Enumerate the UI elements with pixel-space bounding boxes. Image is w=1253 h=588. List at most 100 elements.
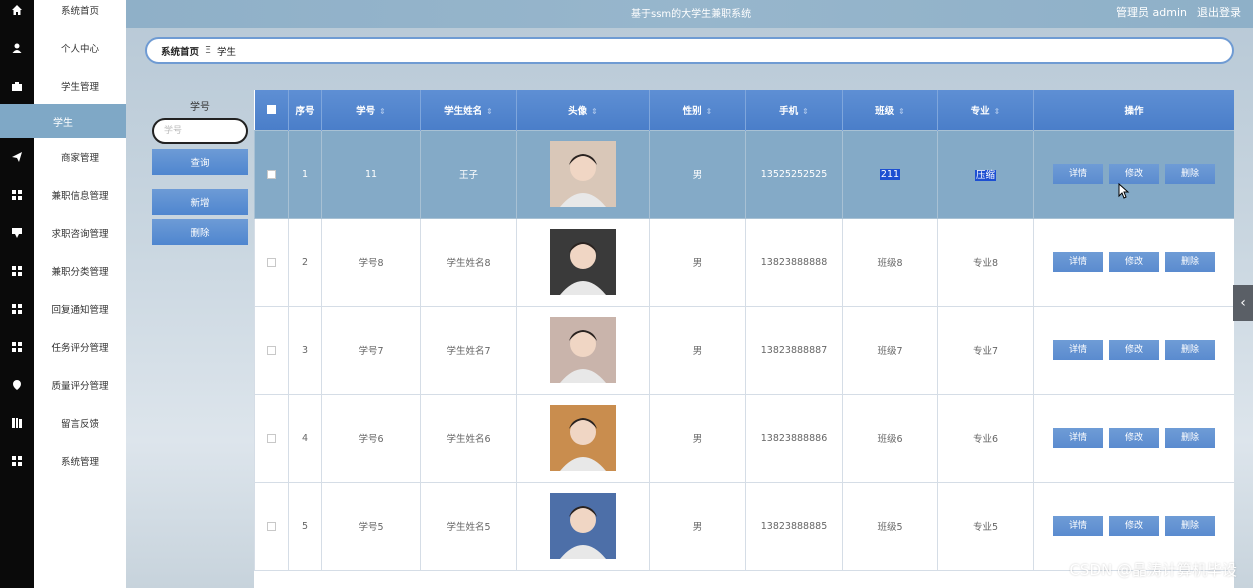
table-row[interactable]: 2 学号8 学生姓名8 男 13823888888 班级8 专业8 详情 修改 删除 [254,217,1234,307]
avatar[interactable] [550,141,616,207]
batch-delete-button[interactable]: 删除 [152,219,248,245]
cell-class-text: 班级5 [877,522,903,533]
sidebar-item-merchants[interactable]: 商家管理 [34,138,126,176]
avatar[interactable] [550,229,616,295]
cell-student-no-text: 学号5 [358,522,384,533]
search-label: 学号 [190,102,210,113]
collapse-panel-toggle[interactable]: ‹ [1233,285,1253,321]
location-icon[interactable] [0,366,34,404]
col-student-no[interactable]: 学号 ⇕ [321,90,421,130]
detail-button[interactable]: 详情 [1053,428,1103,448]
logout-link[interactable]: 退出登录 [1197,4,1241,20]
table-row[interactable]: 4 学号6 学生姓名6 男 13823888886 班级6 专业6 详情 修改 删除 [254,393,1234,483]
delete-button[interactable]: 删除 [1165,164,1215,184]
sidebar-subitem-student[interactable]: 学生 [0,104,126,138]
grid-icon[interactable] [0,328,34,366]
home-icon[interactable] [0,0,34,29]
col-actions: 操作 [1033,90,1234,130]
row-checkbox[interactable] [267,433,276,443]
col-index-label: 序号 [295,105,315,117]
col-class[interactable]: 班级 ⇕ [842,90,938,130]
edit-button[interactable]: 修改 [1109,428,1159,448]
sidebar-item-reply-notice[interactable]: 回复通知管理 [34,290,126,328]
cell-actions: 详情 修改 删除 [1033,393,1234,483]
delete-button[interactable]: 删除 [1165,340,1215,360]
col-avatar[interactable]: 头像 ⇕ [516,90,650,130]
user-icon[interactable] [0,29,34,67]
cell-gender: 男 [649,305,746,395]
cell-class: 班级6 [842,393,938,483]
grid-icon[interactable] [0,442,34,480]
sidebar-item-task-rating[interactable]: 任务评分管理 [34,328,126,366]
paper-plane-icon[interactable] [0,138,34,176]
detail-button[interactable]: 详情 [1053,164,1103,184]
sort-icon[interactable]: ⇕ [486,107,493,116]
sidebar-item-home[interactable]: 系统首页 [34,0,126,29]
grid-icon[interactable] [0,290,34,328]
row-checkbox[interactable] [267,345,276,355]
sidebar-item-profile[interactable]: 个人中心 [34,29,126,67]
col-phone-label: 手机 [779,105,799,117]
grid-icon[interactable] [0,176,34,214]
cell-index-text: 5 [301,520,309,532]
cell-major: 专业6 [937,393,1034,483]
sidebar-item-job-info[interactable]: 兼职信息管理 [34,176,126,214]
grid-icon[interactable] [0,252,34,290]
cell-phone-text: 13823888887 [760,344,828,356]
chat-icon[interactable] [0,214,34,252]
sort-icon[interactable]: ⇕ [994,107,1001,116]
book-icon[interactable] [0,404,34,442]
col-name[interactable]: 学生姓名 ⇕ [420,90,517,130]
sidebar-item-job-category[interactable]: 兼职分类管理 [34,252,126,290]
add-button[interactable]: 新增 [152,189,248,215]
sidebar-item-system[interactable]: 系统管理 [34,442,126,480]
cell-name-text: 学生姓名8 [446,258,491,269]
delete-button[interactable]: 删除 [1165,516,1215,536]
sort-icon[interactable]: ⇕ [898,107,905,116]
avatar[interactable] [550,317,616,383]
select-all-cell[interactable] [254,90,289,130]
table-row[interactable]: 5 学号5 学生姓名5 男 13823888885 班级5 专业5 详情 修改 删除 [254,481,1234,571]
cell-phone: 13823888886 [745,393,843,483]
briefcase-icon[interactable] [0,67,34,105]
row-checkbox[interactable] [267,521,276,531]
row-select-cell[interactable] [254,129,289,219]
sidebar-item-quality-rating[interactable]: 质量评分管理 [34,366,126,404]
sort-icon[interactable]: ⇕ [591,107,598,116]
col-major[interactable]: 专业 ⇕ [937,90,1034,130]
query-button[interactable]: 查询 [152,149,248,175]
cell-major: 专业7 [937,305,1034,395]
row-select-cell[interactable] [254,393,289,483]
search-input[interactable] [152,118,248,144]
sidebar-item-feedback[interactable]: 留言反馈 [34,404,126,442]
detail-button[interactable]: 详情 [1053,340,1103,360]
table-row[interactable]: 1 11 王子男 13525252525 211 压缩 详情 修改 删除 [254,129,1234,219]
cell-class-text: 211 [879,168,901,180]
avatar[interactable] [550,405,616,471]
delete-button[interactable]: 删除 [1165,252,1215,272]
detail-button[interactable]: 详情 [1053,516,1103,536]
col-gender[interactable]: 性别 ⇕ [649,90,746,130]
edit-button[interactable]: 修改 [1109,164,1159,184]
col-phone[interactable]: 手机 ⇕ [745,90,843,130]
detail-button[interactable]: 详情 [1053,252,1103,272]
row-select-cell[interactable] [254,217,289,307]
avatar[interactable] [550,493,616,559]
select-all-checkbox[interactable] [266,105,276,115]
sort-icon[interactable]: ⇕ [706,107,713,116]
edit-button[interactable]: 修改 [1109,252,1159,272]
row-checkbox[interactable] [267,257,276,267]
cell-name: 学生姓名6 [420,393,517,483]
sort-icon[interactable]: ⇕ [802,107,809,116]
edit-button[interactable]: 修改 [1109,516,1159,536]
table-row[interactable]: 3 学号7 学生姓名7 男 13823888887 班级7 专业7 详情 修改 删除 [254,305,1234,395]
row-select-cell[interactable] [254,305,289,395]
sidebar-item-students[interactable]: 学生管理 [34,67,126,105]
breadcrumb-home[interactable]: 系统首页 [161,44,199,58]
edit-button[interactable]: 修改 [1109,340,1159,360]
delete-button[interactable]: 删除 [1165,428,1215,448]
sidebar-item-job-consult[interactable]: 求职咨询管理 [34,214,126,252]
row-checkbox[interactable] [267,169,276,179]
sort-icon[interactable]: ⇕ [379,107,386,116]
row-select-cell[interactable] [254,481,289,571]
